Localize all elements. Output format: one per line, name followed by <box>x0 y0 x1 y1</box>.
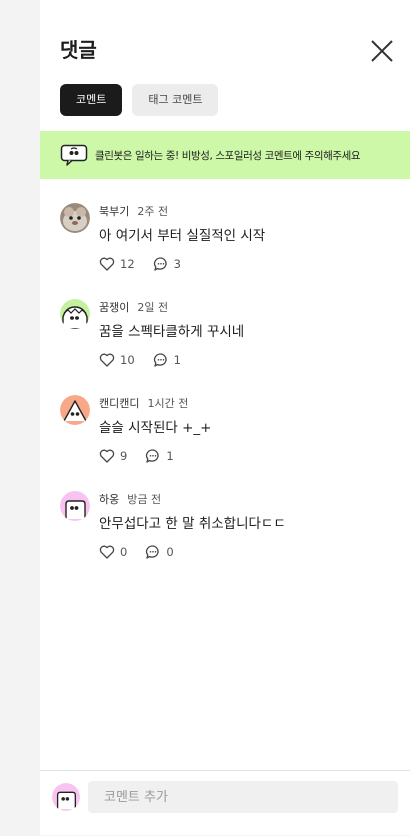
speech-bubble-icon <box>153 257 167 271</box>
reply-count: 0 <box>166 545 174 559</box>
tab-comments[interactable]: 코멘트 <box>60 84 123 116</box>
author-name[interactable]: 북부기 <box>99 205 129 218</box>
comments-panel: 댓글 코멘트 태그 코멘트 클린봇은 일하는 중! 비방성, 스포일러성 코멘트… <box>40 0 410 835</box>
comment-input[interactable] <box>88 781 398 813</box>
comment-text: 슬슬 시작된다 +_+ <box>99 420 212 436</box>
photo-avatar[interactable] <box>60 203 90 233</box>
like-count: 9 <box>120 449 128 463</box>
comment-text: 아 여기서 부터 실질적인 시작 <box>99 228 266 244</box>
notice-text: 클린봇은 일하는 중! 비방성, 스포일러성 코멘트에 주의해주세요 <box>95 149 361 162</box>
cleanbot-icon <box>60 144 88 166</box>
comment-actions: 10 1 <box>99 352 181 368</box>
like-count: 0 <box>120 545 128 559</box>
like-button[interactable]: 9 <box>99 448 127 464</box>
orange-character-avatar[interactable] <box>60 395 90 425</box>
comment-time: 1시간 전 <box>147 397 189 410</box>
reply-button[interactable]: 1 <box>153 352 181 368</box>
author-name[interactable]: 하옹 <box>99 493 119 506</box>
reply-button[interactable]: 1 <box>145 448 174 464</box>
tab-tag-comments[interactable]: 태그 코멘트 <box>132 84 219 116</box>
comment-meta: 북부기 2주 전 <box>99 203 168 219</box>
like-count: 10 <box>120 353 135 367</box>
speech-bubble-icon <box>146 449 159 463</box>
author-name[interactable]: 캔디캔디 <box>99 397 139 410</box>
speech-bubble-icon <box>153 353 167 367</box>
close-icon[interactable] <box>369 38 395 64</box>
comment-meta: 캔디캔디 1시간 전 <box>99 395 188 411</box>
pink-character-avatar[interactable] <box>60 491 90 521</box>
like-button[interactable]: 10 <box>99 352 135 368</box>
comment-time: 방금 전 <box>127 493 162 506</box>
reply-count: 1 <box>166 449 174 463</box>
heart-icon <box>99 545 115 559</box>
heart-icon <box>99 257 115 271</box>
reply-count: 3 <box>173 257 181 271</box>
green-character-avatar[interactable] <box>60 299 90 329</box>
comment-text: 꿈을 스펙타클하게 꾸시네 <box>99 324 245 340</box>
comment-text: 안무섭다고 한 말 취소합니다ㄷㄷ <box>99 516 286 532</box>
comment-time: 2일 전 <box>137 301 169 314</box>
speech-bubble-icon <box>146 545 159 559</box>
reply-button[interactable]: 0 <box>145 544 174 560</box>
like-button[interactable]: 0 <box>99 544 127 560</box>
page-title: 댓글 <box>60 38 97 62</box>
comment-meta: 꿈쟁이 2일 전 <box>99 299 168 315</box>
comment-composer <box>40 770 410 836</box>
comment-actions: 9 1 <box>99 448 174 464</box>
comment-actions: 0 0 <box>99 544 174 560</box>
heart-icon <box>99 353 115 367</box>
like-button[interactable]: 12 <box>99 256 135 272</box>
comment-actions: 12 3 <box>99 256 181 272</box>
like-count: 12 <box>120 257 135 271</box>
author-name[interactable]: 꿈쟁이 <box>99 301 129 314</box>
my-avatar <box>52 783 80 811</box>
reply-count: 1 <box>173 353 181 367</box>
comment-tabs: 코멘트 태그 코멘트 <box>60 84 219 116</box>
comment-meta: 하옹 방금 전 <box>99 491 161 507</box>
reply-button[interactable]: 3 <box>153 256 181 272</box>
comment-time: 2주 전 <box>137 205 169 218</box>
cleanbot-notice: 클린봇은 일하는 중! 비방성, 스포일러성 코멘트에 주의해주세요 <box>40 131 410 179</box>
heart-icon <box>99 449 115 463</box>
